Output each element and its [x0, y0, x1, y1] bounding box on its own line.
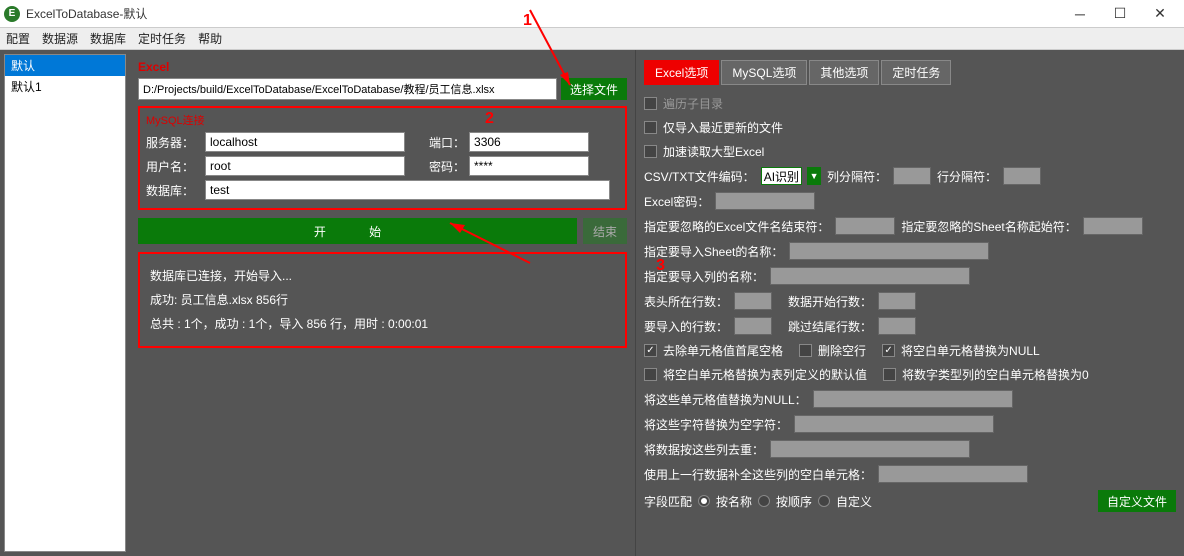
log-line: 成功: 员工信息.xlsx 856行	[150, 288, 615, 312]
menu-config[interactable]: 配置	[6, 30, 30, 47]
file-path-input[interactable]	[138, 78, 557, 100]
label-char-blank: 将这些字符替换为空字符：	[644, 416, 788, 433]
label-fast-large: 加速读取大型Excel	[663, 143, 764, 160]
chk-num-zero[interactable]	[883, 368, 896, 381]
chk-blank-null[interactable]	[882, 344, 895, 357]
pass-input[interactable]	[469, 156, 589, 176]
menu-database[interactable]: 数据库	[90, 30, 126, 47]
sidebar-item-default[interactable]: 默认	[5, 55, 125, 76]
sidebar: 默认 默认1	[0, 50, 130, 556]
col-sep-input[interactable]	[893, 167, 931, 185]
chk-recurse[interactable]	[644, 97, 657, 110]
log-output: 3 数据库已连接，开始导入... 成功: 员工信息.xlsx 856行 总共 :…	[138, 252, 627, 348]
char-blank-input[interactable]	[794, 415, 994, 433]
label-ignore-sheet-start: 指定要忽略的Sheet名称起始符：	[901, 218, 1076, 235]
label-trim: 去除单元格值首尾空格	[663, 342, 783, 359]
menubar: 配置 数据源 数据库 定时任务 帮助	[0, 28, 1184, 50]
cell-null-input[interactable]	[813, 390, 1013, 408]
label-cell-null: 将这些单元格值替换为NULL：	[644, 391, 807, 408]
custom-file-button[interactable]: 自定义文件	[1098, 490, 1176, 512]
mysql-connection-box: MySQL连接 2 服务器： 端口： 用户名： 密码： 数据库：	[138, 106, 627, 210]
import-sheet-input[interactable]	[789, 242, 989, 260]
chk-trim[interactable]	[644, 344, 657, 357]
minimize-button[interactable]: ─	[1060, 0, 1100, 28]
data-start-input[interactable]	[878, 292, 916, 310]
chk-blank-default[interactable]	[644, 368, 657, 381]
server-input[interactable]	[205, 132, 405, 152]
menu-datasource[interactable]: 数据源	[42, 30, 78, 47]
mysql-title: MySQL连接	[146, 112, 619, 128]
label-col-sep: 列分隔符：	[827, 168, 887, 185]
tab-mysql-options[interactable]: MySQL选项	[721, 60, 807, 85]
db-label: 数据库：	[146, 182, 201, 199]
pass-label: 密码：	[429, 158, 465, 175]
label-field-match: 字段匹配	[644, 493, 692, 510]
skip-tail-input[interactable]	[878, 317, 916, 335]
label-skip-tail: 跳过结尾行数：	[788, 318, 872, 335]
ignore-sheet-start-input[interactable]	[1083, 217, 1143, 235]
db-input[interactable]	[205, 180, 610, 200]
port-input[interactable]	[469, 132, 589, 152]
chk-only-recent[interactable]	[644, 121, 657, 134]
menu-help[interactable]: 帮助	[198, 30, 222, 47]
log-line: 数据库已连接，开始导入...	[150, 264, 615, 288]
port-label: 端口：	[429, 134, 465, 151]
app-icon: E	[4, 6, 20, 22]
annotation-3: 3	[656, 250, 665, 282]
tab-schedule[interactable]: 定时任务	[881, 60, 951, 85]
annotation-2: 2	[485, 110, 494, 128]
menu-schedule[interactable]: 定时任务	[138, 30, 186, 47]
label-ignore-excel-end: 指定要忽略的Excel文件名结束符：	[644, 218, 829, 235]
label-by-order: 按顺序	[776, 493, 812, 510]
user-label: 用户名：	[146, 158, 201, 175]
sidebar-item-default1[interactable]: 默认1	[5, 76, 125, 97]
tab-excel-options[interactable]: Excel选项	[644, 60, 719, 85]
label-data-start: 数据开始行数：	[788, 293, 872, 310]
label-fill-prev: 使用上一行数据补全这些列的空白单元格：	[644, 466, 872, 483]
label-header-row: 表头所在行数：	[644, 293, 728, 310]
radio-by-order[interactable]	[758, 495, 770, 507]
import-col-input[interactable]	[770, 267, 970, 285]
label-row-sep: 行分隔符：	[937, 168, 997, 185]
dedup-input[interactable]	[770, 440, 970, 458]
label-del-blank: 删除空行	[818, 342, 866, 359]
fill-prev-input[interactable]	[878, 465, 1028, 483]
label-csv-enc: CSV/TXT文件编码：	[644, 168, 755, 185]
tab-other-options[interactable]: 其他选项	[809, 60, 879, 85]
label-num-zero: 将数字类型列的空白单元格替换为0	[902, 366, 1089, 383]
log-line: 总共 : 1个，成功 : 1个，导入 856 行，用时 : 0:00:01	[150, 312, 615, 336]
label-recurse: 遍历子目录	[663, 95, 723, 112]
close-button[interactable]: ✕	[1140, 0, 1180, 28]
end-button[interactable]: 结束	[583, 218, 627, 244]
chevron-down-icon[interactable]: ▼	[807, 167, 821, 185]
label-by-name: 按名称	[716, 493, 752, 510]
label-dedup: 将数据按这些列去重：	[644, 441, 764, 458]
chk-del-blank[interactable]	[799, 344, 812, 357]
label-excel-pwd: Excel密码：	[644, 193, 709, 210]
excel-pwd-input[interactable]	[715, 192, 815, 210]
csv-encoding-select[interactable]: AI识别	[761, 167, 802, 185]
ignore-excel-end-input[interactable]	[835, 217, 895, 235]
maximize-button[interactable]: ☐	[1100, 0, 1140, 28]
label-import-rows: 要导入的行数：	[644, 318, 728, 335]
import-rows-input[interactable]	[734, 317, 772, 335]
row-sep-input[interactable]	[1003, 167, 1041, 185]
header-row-input[interactable]	[734, 292, 772, 310]
start-button[interactable]: 开 始	[138, 218, 577, 244]
window-title: ExcelToDatabase-默认	[26, 5, 1060, 22]
radio-custom[interactable]	[818, 495, 830, 507]
server-label: 服务器：	[146, 134, 201, 151]
label-only-recent: 仅导入最近更新的文件	[663, 119, 783, 136]
user-input[interactable]	[205, 156, 405, 176]
chk-fast-large[interactable]	[644, 145, 657, 158]
label-blank-null: 将空白单元格替换为NULL	[901, 342, 1040, 359]
annotation-1: 1	[523, 12, 532, 30]
choose-file-button[interactable]: 选择文件	[561, 78, 627, 100]
label-custom: 自定义	[836, 493, 872, 510]
radio-by-name[interactable]	[698, 495, 710, 507]
excel-section-label: Excel	[138, 60, 627, 74]
label-blank-default: 将空白单元格替换为表列定义的默认值	[663, 366, 867, 383]
